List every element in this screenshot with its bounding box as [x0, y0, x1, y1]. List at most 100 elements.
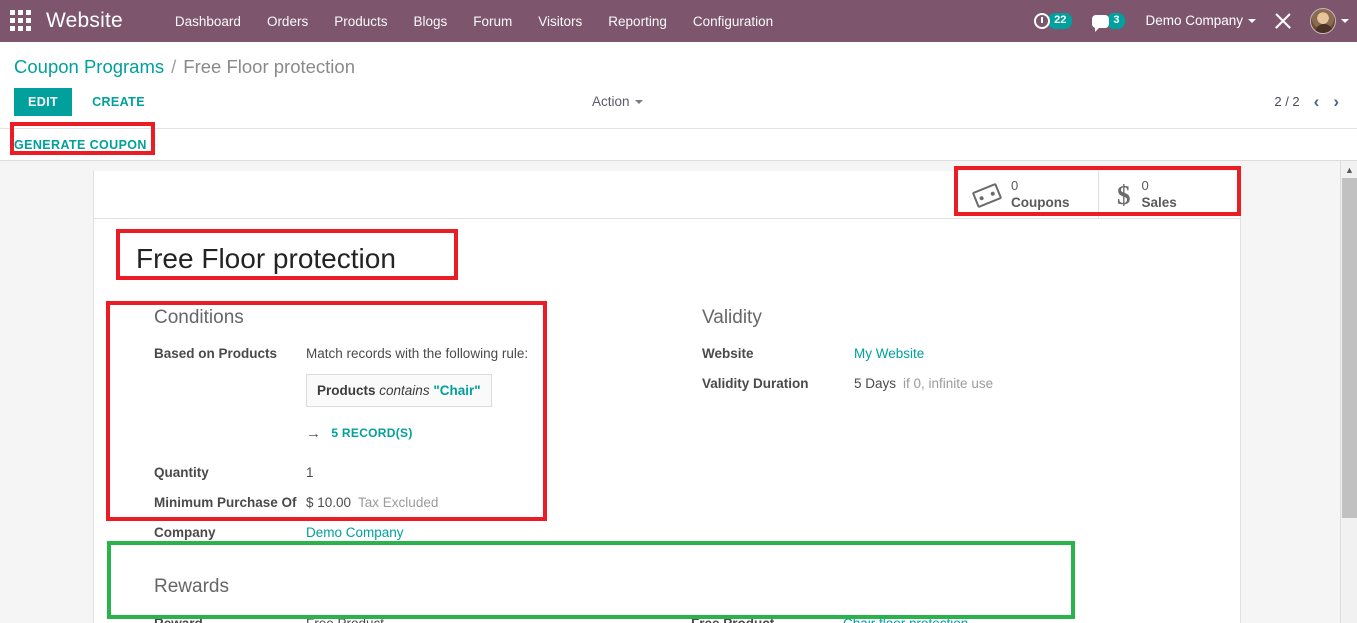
- breadcrumb-parent-link[interactable]: Coupon Programs: [14, 56, 164, 78]
- free-product-value-link[interactable]: Chair floor protection: [843, 616, 968, 623]
- action-dropdown[interactable]: Action: [592, 94, 643, 109]
- top-navbar: Website Dashboard Orders Products Blogs …: [0, 0, 1357, 42]
- form-content-area: 0 Coupons $ 0 Sales Free Floor protectio…: [0, 161, 1357, 623]
- quantity-value[interactable]: 1: [306, 462, 314, 483]
- rewards-title: Rewards: [154, 576, 229, 597]
- vertical-scrollbar[interactable]: ▲ ▼: [1340, 161, 1357, 623]
- clock-icon: [1034, 13, 1051, 29]
- chevron-down-icon-action: [634, 100, 643, 105]
- stat-button-sales[interactable]: $ 0 Sales: [1098, 171, 1240, 219]
- navbar-right-tools: 22 3 Demo Company: [1034, 0, 1349, 42]
- breadcrumb-current: Free Floor protection: [183, 56, 355, 77]
- validity-duration-value[interactable]: 5 Days: [854, 373, 896, 394]
- messaging-menu[interactable]: 3: [1092, 11, 1128, 32]
- user-menu[interactable]: [1310, 8, 1349, 34]
- stat-button-coupons[interactable]: 0 Coupons: [956, 171, 1098, 219]
- stat-button-box: 0 Coupons $ 0 Sales: [956, 171, 1240, 219]
- coupons-count: 0: [1011, 178, 1019, 194]
- domain-caption: Match records with the following rule:: [306, 346, 529, 361]
- domain-field: Products: [317, 383, 376, 398]
- scroll-up-icon[interactable]: ▲: [1341, 161, 1357, 178]
- dollar-icon: $: [1117, 180, 1131, 210]
- based-on-products-label: Based on Products: [154, 346, 278, 361]
- minimum-purchase-label: Minimum Purchase Of: [154, 495, 297, 510]
- menu-item-products[interactable]: Products: [334, 14, 387, 29]
- website-label: Website: [702, 346, 754, 361]
- menu-item-orders[interactable]: Orders: [267, 14, 308, 29]
- pager-counter: 2 / 2: [1274, 94, 1300, 109]
- activity-menu[interactable]: 22: [1034, 11, 1075, 31]
- field-website: Website My Website: [702, 343, 1210, 364]
- website-value-link[interactable]: My Website: [854, 343, 924, 364]
- chat-icon: [1092, 14, 1110, 32]
- conditions-title: Conditions: [154, 307, 244, 328]
- menu-item-blogs[interactable]: Blogs: [413, 14, 447, 29]
- avatar: [1310, 8, 1336, 34]
- sheet-body: Free Floor protection Conditions Based o…: [94, 219, 1240, 623]
- create-button[interactable]: CREATE: [78, 88, 159, 116]
- validity-duration-hint: if 0, infinite use: [903, 376, 994, 391]
- control-panel: Coupon Programs / Free Floor protection …: [0, 42, 1357, 161]
- sales-count: 0: [1141, 178, 1149, 194]
- minimum-purchase-hint: Tax Excluded: [358, 495, 439, 510]
- field-validity-duration: Validity Duration 5 Days if 0, infinite …: [702, 373, 1210, 394]
- validity-group: Validity Website My Website Validity Dur…: [580, 307, 1210, 552]
- page-title[interactable]: Free Floor protection: [130, 237, 398, 279]
- company-label: Company: [154, 525, 216, 540]
- quantity-label: Quantity: [154, 465, 209, 480]
- menu-item-dashboard[interactable]: Dashboard: [175, 14, 241, 29]
- field-based-on-products: Based on Products Match records with the…: [130, 343, 580, 444]
- field-minimum-purchase: Minimum Purchase Of $ 10.00 Tax Excluded: [130, 492, 580, 513]
- reward-value[interactable]: Free Product: [306, 616, 691, 623]
- breadcrumb-separator: /: [171, 56, 177, 77]
- app-brand-title[interactable]: Website: [46, 9, 123, 33]
- field-company: Company Demo Company: [130, 522, 580, 543]
- domain-value: "Chair": [433, 383, 481, 398]
- domain-operator: contains: [379, 383, 430, 398]
- edit-button[interactable]: EDIT: [14, 88, 73, 116]
- sales-label: Sales: [1141, 194, 1177, 210]
- field-quantity: Quantity 1: [130, 462, 580, 483]
- conditions-group: Conditions Based on Products Match recor…: [130, 307, 580, 552]
- main-menu: Dashboard Orders Products Blogs Forum Vi…: [175, 14, 773, 29]
- arrow-right-icon: →: [306, 425, 322, 442]
- record-sub-toolbar: GENERATE COUPON: [0, 128, 1357, 161]
- company-switcher[interactable]: Demo Company: [1145, 12, 1256, 30]
- pager-previous-icon[interactable]: ‹: [1314, 93, 1320, 110]
- chevron-down-icon: [1248, 18, 1256, 23]
- record-pager: 2 / 2 ‹ ›: [1274, 93, 1339, 110]
- records-link-label: 5 RECORD(S): [331, 426, 413, 440]
- form-sheet: 0 Coupons $ 0 Sales Free Floor protectio…: [93, 171, 1241, 623]
- reward-label: Reward: [154, 616, 306, 623]
- generate-coupon-button[interactable]: GENERATE COUPON: [14, 138, 147, 152]
- menu-item-configuration[interactable]: Configuration: [693, 14, 773, 29]
- company-name-label: Demo Company: [1145, 13, 1243, 28]
- control-panel-buttons: EDIT CREATE Action 2 / 2 ‹ ›: [0, 82, 1357, 128]
- tools-icon[interactable]: [1274, 12, 1292, 30]
- apps-grid-icon[interactable]: [10, 10, 32, 32]
- company-value-link[interactable]: Demo Company: [306, 522, 404, 543]
- scrollbar-thumb[interactable]: [1342, 178, 1357, 518]
- free-product-label: Free Product: [691, 616, 843, 623]
- breadcrumb: Coupon Programs / Free Floor protection: [0, 42, 1357, 82]
- menu-item-forum[interactable]: Forum: [473, 14, 512, 29]
- app-viewport: Website Dashboard Orders Products Blogs …: [0, 0, 1357, 623]
- records-link[interactable]: → 5 RECORD(S): [306, 423, 528, 444]
- sheet-header: 0 Coupons $ 0 Sales: [94, 171, 1240, 219]
- domain-rule[interactable]: Products contains "Chair": [306, 374, 492, 407]
- minimum-purchase-value[interactable]: $ 10.00: [306, 492, 351, 513]
- ticket-icon: [971, 182, 1003, 208]
- validity-title: Validity: [702, 307, 762, 328]
- rewards-row: Reward Free Product Free Product Chair f…: [154, 616, 1210, 623]
- validity-duration-label: Validity Duration: [702, 376, 809, 391]
- menu-item-reporting[interactable]: Reporting: [608, 14, 667, 29]
- domain-editor: Match records with the following rule: P…: [306, 343, 528, 444]
- action-dropdown-label: Action: [592, 94, 630, 109]
- pager-next-icon[interactable]: ›: [1333, 93, 1339, 110]
- chevron-down-icon-user: [1341, 19, 1349, 23]
- menu-item-visitors[interactable]: Visitors: [538, 14, 582, 29]
- activity-counter: 22: [1046, 11, 1075, 31]
- rewards-group: Rewards Reward Free Product Free Product…: [130, 576, 1210, 623]
- coupons-label: Coupons: [1011, 194, 1070, 210]
- form-columns: Conditions Based on Products Match recor…: [130, 307, 1210, 552]
